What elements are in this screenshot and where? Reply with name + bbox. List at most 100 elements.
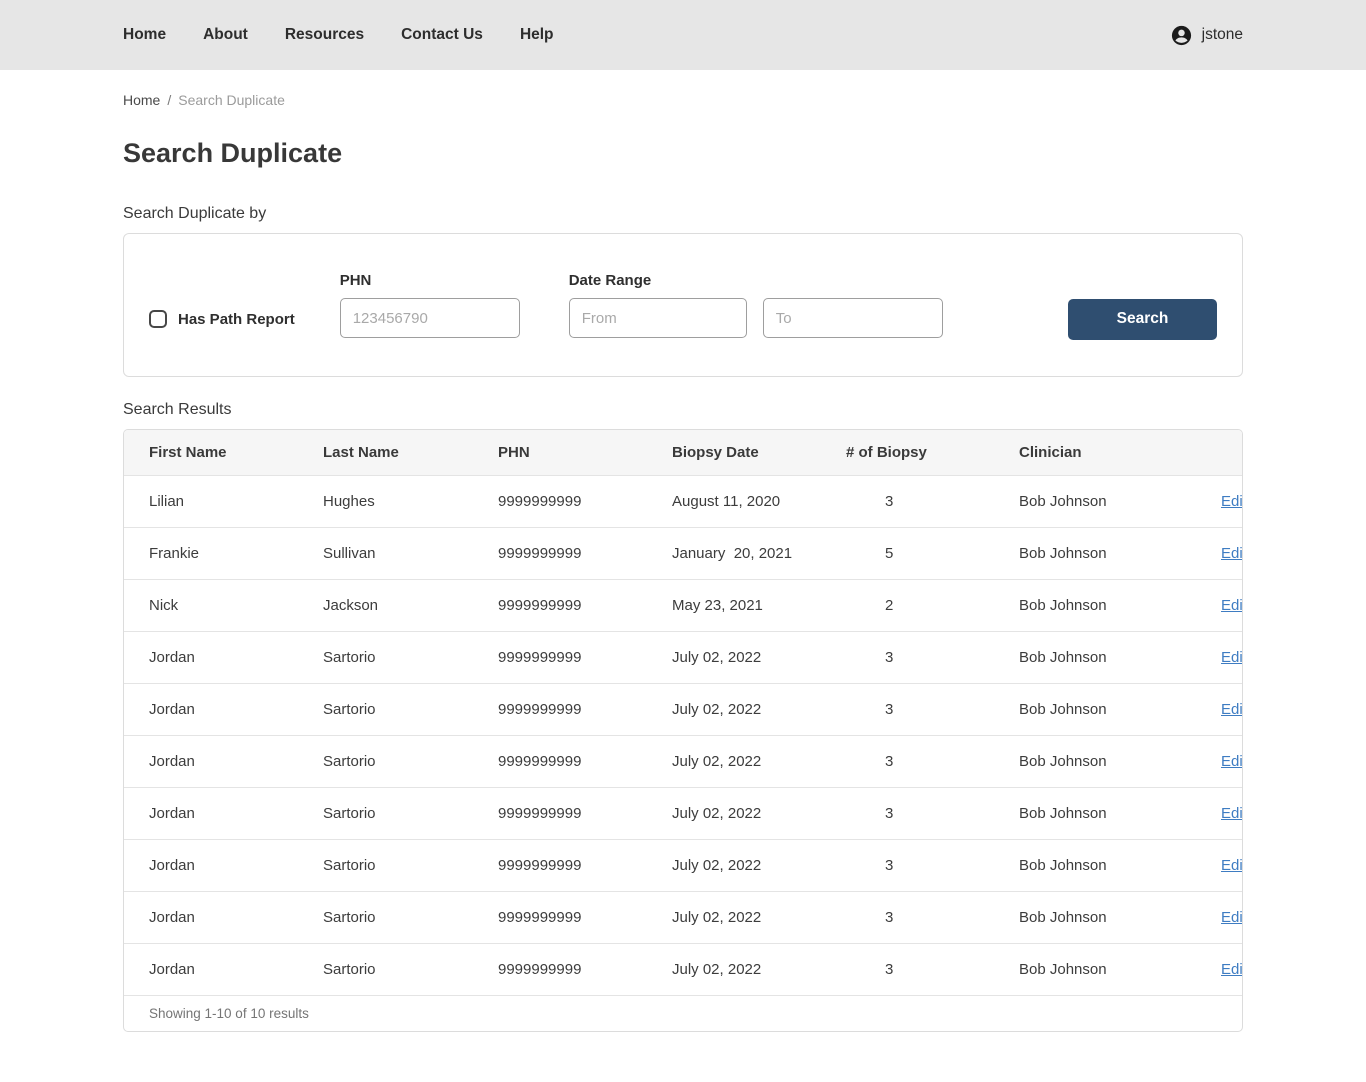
nav-item-about[interactable]: About xyxy=(203,26,248,44)
cell-last-name: Jackson xyxy=(323,578,498,631)
username-label: jstone xyxy=(1201,26,1243,43)
main-nav: Home About Resources Contact Us Help xyxy=(123,26,554,44)
col-header-clinician: Clinician xyxy=(1019,443,1082,461)
breadcrumb-home-link[interactable]: Home xyxy=(123,92,160,108)
filter-section-label: Search Duplicate by xyxy=(123,205,267,222)
cell-biopsy-date: July 02, 2022 xyxy=(672,942,846,995)
edit-link[interactable]: Edit xyxy=(1221,545,1242,562)
date-from-input[interactable] xyxy=(568,298,747,338)
edit-link[interactable]: Edit xyxy=(1221,857,1242,874)
cell-phn: 9999999999 xyxy=(498,578,672,631)
cell-clinician: Bob Johnson xyxy=(1019,578,1196,631)
nav-item-contact-us[interactable]: Contact Us xyxy=(401,26,483,44)
cell-biopsy-date: July 02, 2022 xyxy=(672,630,846,683)
nav-item-help[interactable]: Help xyxy=(520,26,554,44)
date-to-input[interactable] xyxy=(762,298,943,338)
cell-num-biopsy: 3 xyxy=(846,890,1019,943)
cell-last-name: Sartorio xyxy=(323,630,498,683)
edit-link[interactable]: Edit xyxy=(1221,805,1242,822)
cell-actions: Edit xyxy=(1196,526,1242,579)
has-path-report-label[interactable]: Has Path Report xyxy=(178,311,295,328)
cell-last-name: Sartorio xyxy=(323,682,498,735)
cell-first-name: Frankie xyxy=(124,526,323,579)
cell-num-biopsy: 3 xyxy=(846,474,1019,527)
cell-clinician: Bob Johnson xyxy=(1019,526,1196,579)
nav-item-resources[interactable]: Resources xyxy=(285,26,364,44)
results-table-body: Lilian Hughes 9999999999 August 11, 2020… xyxy=(124,474,1242,995)
cell-phn: 9999999999 xyxy=(498,942,672,995)
table-row: Jordan Sartorio 9999999999 July 02, 2022… xyxy=(124,786,1242,839)
cell-actions: Edit xyxy=(1196,682,1242,735)
cell-actions: Edit xyxy=(1196,734,1242,787)
edit-link[interactable]: Edit xyxy=(1221,909,1242,926)
table-row: Jordan Sartorio 9999999999 July 02, 2022… xyxy=(124,734,1242,787)
edit-link[interactable]: Edit xyxy=(1221,649,1242,666)
cell-biopsy-date: July 02, 2022 xyxy=(672,786,846,839)
filter-card: Has Path Report PHN Date Range Search xyxy=(123,233,1243,377)
edit-link[interactable]: Edit xyxy=(1221,597,1242,614)
has-path-report-checkbox[interactable] xyxy=(149,310,167,328)
cell-num-biopsy: 3 xyxy=(846,838,1019,891)
col-header-phn: PHN xyxy=(498,443,530,461)
nav-item-home[interactable]: Home xyxy=(123,26,166,44)
table-row: Jordan Sartorio 9999999999 July 02, 2022… xyxy=(124,838,1242,891)
cell-phn: 9999999999 xyxy=(498,526,672,579)
cell-last-name: Sartorio xyxy=(323,890,498,943)
breadcrumb-separator: / xyxy=(167,92,172,108)
cell-phn: 9999999999 xyxy=(498,838,672,891)
cell-last-name: Hughes xyxy=(323,474,498,527)
phn-input[interactable] xyxy=(339,298,520,338)
cell-actions: Edit xyxy=(1196,890,1242,943)
cell-first-name: Jordan xyxy=(124,890,323,943)
results-section-label: Search Results xyxy=(123,401,232,418)
cell-biopsy-date: January 20, 2021 xyxy=(672,526,846,579)
table-row: Nick Jackson 9999999999 May 23, 2021 2 B… xyxy=(124,578,1242,631)
col-header-first-name: First Name xyxy=(149,443,227,461)
cell-actions: Edit xyxy=(1196,786,1242,839)
cell-clinician: Bob Johnson xyxy=(1019,838,1196,891)
cell-actions: Edit xyxy=(1196,578,1242,631)
cell-phn: 9999999999 xyxy=(498,474,672,527)
edit-link[interactable]: Edit xyxy=(1221,701,1242,718)
cell-biopsy-date: July 02, 2022 xyxy=(672,682,846,735)
search-button[interactable]: Search xyxy=(1068,298,1217,340)
cell-first-name: Nick xyxy=(124,578,323,631)
col-header-last-name: Last Name xyxy=(323,443,399,461)
cell-clinician: Bob Johnson xyxy=(1019,734,1196,787)
cell-biopsy-date: July 02, 2022 xyxy=(672,734,846,787)
cell-num-biopsy: 3 xyxy=(846,734,1019,787)
footer-row: Showing 1-10 of 10 results xyxy=(124,994,1242,1031)
date-range-label: Date Range xyxy=(568,272,652,289)
cell-phn: 9999999999 xyxy=(498,734,672,787)
cell-first-name: Jordan xyxy=(124,734,323,787)
main-content: Home / Search Duplicate Search Duplicate… xyxy=(123,92,1243,1082)
edit-link[interactable]: Edit xyxy=(1221,493,1242,510)
cell-first-name: Jordan xyxy=(124,682,323,735)
cell-last-name: Sartorio xyxy=(323,734,498,787)
cell-num-biopsy: 3 xyxy=(846,682,1019,735)
cell-biopsy-date: May 23, 2021 xyxy=(672,578,846,631)
user-menu[interactable]: jstone xyxy=(1170,24,1243,47)
header-row: First Name Last Name PHN Biopsy Date # o… xyxy=(124,430,1242,475)
cell-biopsy-date: July 02, 2022 xyxy=(672,838,846,891)
page-title: Search Duplicate xyxy=(123,138,343,168)
phn-label: PHN xyxy=(339,272,372,289)
cell-actions: Edit xyxy=(1196,474,1242,527)
results-table-container: First Name Last Name PHN Biopsy Date # o… xyxy=(123,429,1243,1032)
col-header-biopsy-date: Biopsy Date xyxy=(672,443,759,461)
cell-num-biopsy: 5 xyxy=(846,526,1019,579)
cell-last-name: Sullivan xyxy=(323,526,498,579)
edit-link[interactable]: Edit xyxy=(1221,961,1242,978)
cell-first-name: Jordan xyxy=(124,942,323,995)
cell-actions: Edit xyxy=(1196,630,1242,683)
edit-link[interactable]: Edit xyxy=(1221,753,1242,770)
has-path-report-group: Has Path Report xyxy=(149,310,295,328)
date-range-group: Date Range xyxy=(568,272,943,338)
cell-clinician: Bob Johnson xyxy=(1019,786,1196,839)
table-row: Frankie Sullivan 9999999999 January 20, … xyxy=(124,526,1242,579)
account-circle-icon xyxy=(1171,25,1191,45)
table-row: Jordan Sartorio 9999999999 July 02, 2022… xyxy=(124,942,1242,995)
cell-biopsy-date: July 02, 2022 xyxy=(672,890,846,943)
cell-first-name: Jordan xyxy=(124,838,323,891)
cell-last-name: Sartorio xyxy=(323,786,498,839)
